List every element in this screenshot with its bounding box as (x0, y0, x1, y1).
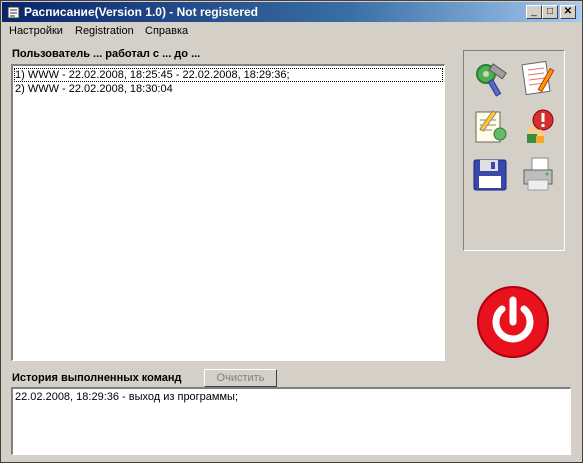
main-window: Расписание(Version 1.0) - Not registered… (0, 0, 583, 463)
menu-registration[interactable]: Registration (75, 25, 134, 37)
menu-help[interactable]: Справка (145, 25, 188, 37)
history-header: История выполненных команд (12, 372, 182, 384)
list-item[interactable]: 2) WWW - 22.02.2008, 18:30:04 (15, 83, 173, 95)
clear-button[interactable]: Очистить (204, 369, 277, 387)
maximize-button[interactable]: □ (542, 5, 558, 19)
window-title: Расписание(Version 1.0) - Not registered (24, 5, 258, 19)
save-floppy-icon[interactable] (470, 154, 510, 194)
app-icon (7, 6, 20, 19)
edit-document-icon[interactable] (470, 106, 510, 146)
close-button[interactable]: ✕ (560, 5, 576, 19)
settings-tools-icon[interactable] (470, 58, 510, 98)
history-list[interactable]: 22.02.2008, 18:29:36 - выход из программ… (11, 387, 571, 455)
user-alert-icon[interactable] (518, 106, 558, 146)
title-bar[interactable]: Расписание(Version 1.0) - Not registered… (2, 2, 581, 22)
list-item[interactable]: 1) WWW - 22.02.2008, 18:25:45 - 22.02.20… (14, 68, 443, 82)
list-item[interactable]: 22.02.2008, 18:29:36 - выход из программ… (15, 391, 238, 403)
menu-bar: Настройки Registration Справка (2, 23, 581, 41)
minimize-button[interactable]: _ (526, 5, 542, 19)
work-log-list[interactable]: 1) WWW - 22.02.2008, 18:25:45 - 22.02.20… (11, 64, 445, 361)
notepad-edit-icon[interactable] (518, 58, 558, 98)
menu-settings[interactable]: Настройки (9, 25, 63, 37)
tool-panel (463, 50, 565, 251)
printer-icon[interactable] (518, 154, 558, 194)
power-button[interactable] (476, 285, 550, 359)
work-log-header: Пользователь ... работал с ... до ... (12, 48, 201, 60)
